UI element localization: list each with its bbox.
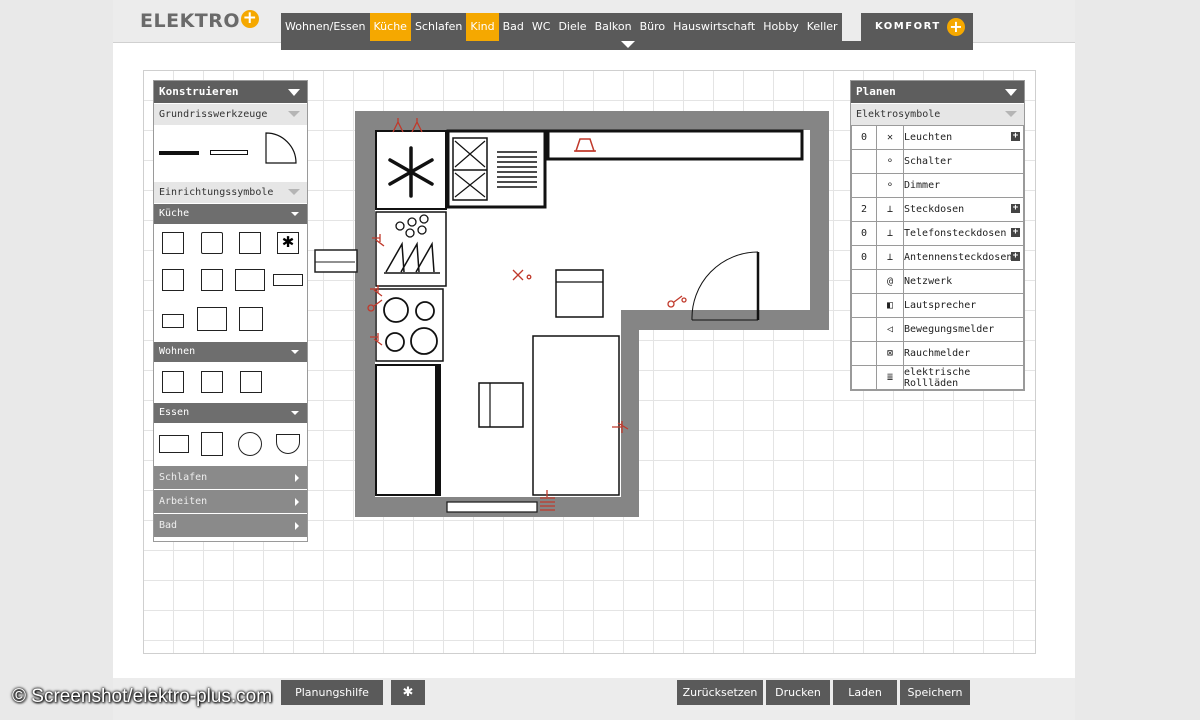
sofa-symbol[interactable] (201, 371, 223, 393)
socket-icon: ⊥ (876, 197, 904, 222)
chevron-down-icon (291, 212, 299, 216)
network-at-icon: @ (876, 269, 904, 294)
collapse-icon (1005, 89, 1017, 96)
table-row[interactable]: ⚬ Dimmer (851, 173, 1024, 198)
category-wohnen[interactable]: Wohnen (154, 341, 307, 362)
copyright-watermark: © Screenshot/elektro-plus.com (12, 686, 273, 707)
chair-symbol[interactable] (201, 432, 223, 456)
oven-symbol[interactable] (162, 269, 184, 291)
save-button[interactable]: Speichern (900, 680, 970, 705)
speaker-icon: ◧ (876, 293, 904, 318)
round-table-symbol[interactable] (238, 432, 262, 456)
light-x-icon: ✕ (876, 125, 904, 150)
half-round-table-symbol[interactable] (276, 434, 300, 454)
chevron-down-icon (291, 350, 299, 354)
cabinet-small-symbol[interactable] (162, 314, 184, 328)
smoke-detector-icon: ⊠ (876, 341, 904, 366)
antenna-socket-icon: ⊥ (876, 245, 904, 270)
switch-icon: ⚬ (876, 149, 904, 174)
chair-top (555, 269, 604, 318)
chevron-right-icon (295, 474, 299, 482)
category-schlafen[interactable]: Schlafen (154, 465, 307, 489)
planning-help-button[interactable]: Planungshilfe (281, 680, 383, 705)
window-bottom (446, 501, 538, 513)
chevron-down-icon (288, 189, 300, 195)
print-button[interactable]: Drucken (766, 680, 830, 705)
side-table-symbol[interactable] (240, 371, 262, 393)
bug-icon[interactable]: ✱ (391, 680, 425, 705)
planning-panel-header[interactable]: Planen (851, 81, 1024, 103)
table-row[interactable]: ≣ elektrische Rollläden (851, 365, 1024, 390)
chevron-right-icon (295, 498, 299, 506)
tall-cabinet (375, 364, 441, 496)
chevron-down-icon (291, 411, 299, 415)
wall-thick-tool[interactable] (159, 151, 199, 155)
table-row[interactable]: ◧ Lautsprecher (851, 293, 1024, 318)
living-symbols (154, 362, 307, 402)
reset-button[interactable]: Zurücksetzen (677, 680, 763, 705)
construct-panel-header[interactable]: Konstruieren (154, 81, 307, 103)
table-row[interactable]: 2 ⊥ Steckdosen + (851, 197, 1024, 222)
window-left (314, 249, 358, 273)
motion-sensor-icon: ◁ (876, 317, 904, 342)
washer-symbol[interactable] (201, 232, 223, 254)
door-tool[interactable] (264, 129, 300, 165)
furniture-symbols-header[interactable]: Einrichtungssymbole (154, 181, 307, 203)
hood-symbol[interactable] (201, 269, 223, 291)
shutter-icon: ≣ (876, 365, 904, 390)
wall-thin-tool[interactable] (210, 150, 248, 155)
cabinet-square-symbol[interactable] (239, 307, 263, 331)
category-bad[interactable]: Bad (154, 513, 307, 537)
chevron-down-icon (1005, 111, 1017, 117)
chair-left (478, 382, 524, 428)
table-row[interactable]: 0 ⊥ Telefonsteckdosen + (851, 221, 1024, 246)
table-row[interactable]: 0 ⊥ Antennensteckdosen + (851, 245, 1024, 270)
table-row[interactable]: ◁ Bewegungsmelder (851, 317, 1024, 342)
electro-symbols-header[interactable]: Elektrosymbole (851, 103, 1024, 125)
floorplan-tools (154, 125, 307, 181)
category-kueche[interactable]: Küche (154, 203, 307, 224)
expand-plus-icon[interactable]: + (1011, 252, 1020, 261)
chevron-right-icon (295, 522, 299, 530)
armchair-symbol[interactable] (162, 371, 184, 393)
table-row[interactable]: 0 ✕ Leuchten + (851, 125, 1024, 150)
table-row[interactable]: ⊠ Rauchmelder (851, 341, 1024, 366)
electro-symbol-table: 0 ✕ Leuchten + ⚬ Schalter ⚬ Dimmer 2 ⊥ Steckdos… (851, 125, 1024, 390)
table-row[interactable]: @ Netzwerk (851, 269, 1024, 294)
phone-socket-icon: ⊥ (876, 221, 904, 246)
floorplan-tools-header[interactable]: Grundrisswerkzeuge (154, 103, 307, 125)
counter-symbol[interactable] (273, 274, 303, 286)
category-arbeiten[interactable]: Arbeiten (154, 489, 307, 513)
hob-symbol[interactable] (239, 232, 261, 254)
dining-table (532, 335, 620, 496)
planning-panel: Planen Elektrosymbole 0 ✕ Leuchten + ⚬ Schal… (850, 80, 1025, 391)
cabinet-medium-symbol[interactable] (197, 307, 227, 331)
collapse-icon (288, 89, 300, 96)
rect-table-symbol[interactable] (159, 435, 189, 453)
table-row[interactable]: ⚬ Schalter (851, 149, 1024, 174)
expand-plus-icon[interactable]: + (1011, 132, 1020, 141)
kitchen-symbols: ✱ (154, 224, 307, 341)
dimmer-icon: ⚬ (876, 173, 904, 198)
expand-plus-icon[interactable]: + (1011, 204, 1020, 213)
top-counter (546, 129, 804, 161)
freezer-symbol[interactable]: ✱ (277, 232, 299, 254)
construct-panel: Konstruieren Grundrisswerkzeuge Einricht… (153, 80, 308, 542)
sink-symbol[interactable] (235, 269, 265, 291)
expand-plus-icon[interactable]: + (1011, 228, 1020, 237)
chevron-down-icon (288, 111, 300, 117)
dishwasher-symbol[interactable] (162, 232, 184, 254)
load-button[interactable]: Laden (833, 680, 897, 705)
dining-symbols (154, 423, 307, 465)
category-essen[interactable]: Essen (154, 402, 307, 423)
